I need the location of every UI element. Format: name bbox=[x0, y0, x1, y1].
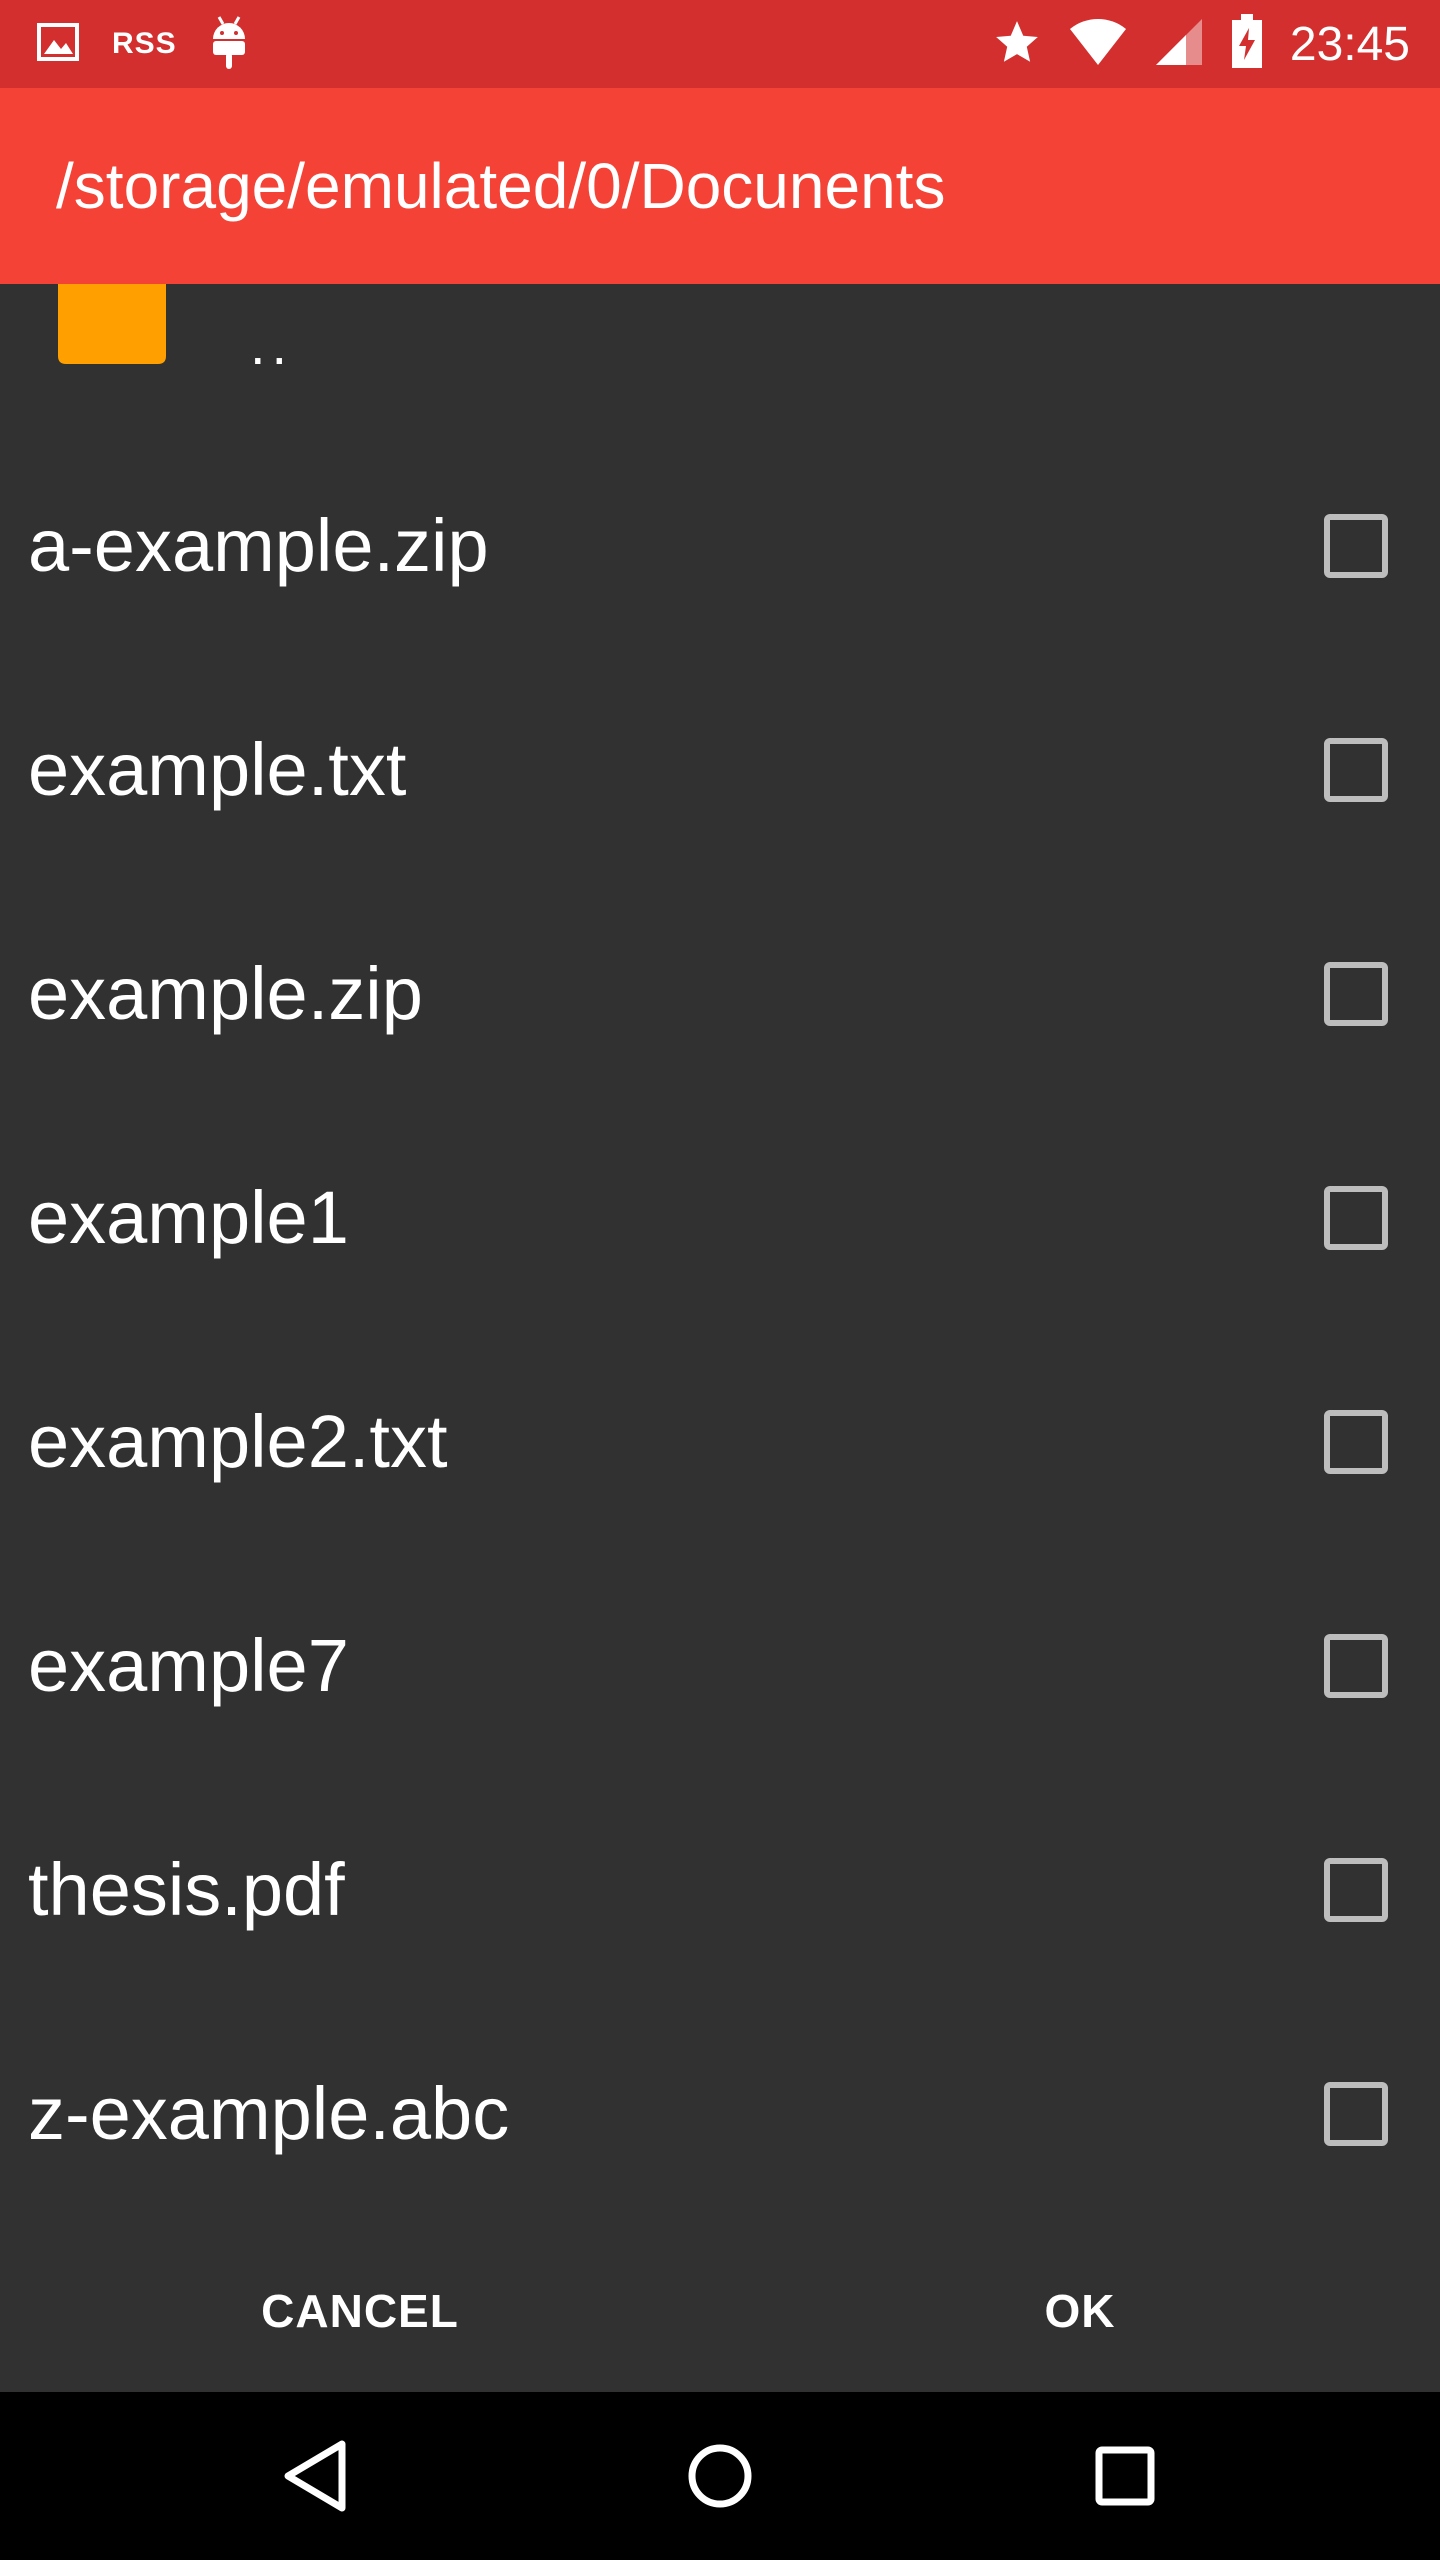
home-button[interactable] bbox=[670, 2426, 770, 2526]
current-path: /storage/emulated/0/Docunents bbox=[56, 150, 946, 222]
file-name: example7 bbox=[28, 1624, 349, 1707]
status-bar: RSS 23:45 bbox=[0, 0, 1440, 88]
star-icon bbox=[992, 17, 1042, 72]
ok-button[interactable]: OK bbox=[930, 2230, 1230, 2392]
file-name: thesis.pdf bbox=[28, 1848, 345, 1931]
file-row[interactable]: example.zip bbox=[0, 882, 1440, 1106]
back-button[interactable] bbox=[265, 2426, 365, 2526]
parent-directory-label: .. bbox=[250, 313, 294, 376]
home-icon bbox=[688, 2444, 752, 2508]
recents-button[interactable] bbox=[1075, 2426, 1175, 2526]
file-row[interactable]: thesis.pdf bbox=[0, 1778, 1440, 2002]
file-name: example.txt bbox=[28, 728, 407, 811]
file-checkbox[interactable] bbox=[1324, 1410, 1388, 1474]
status-left: RSS bbox=[36, 0, 249, 88]
rss-text: RSS bbox=[112, 27, 177, 60]
file-checkbox[interactable] bbox=[1324, 2082, 1388, 2146]
file-list: .. a-example.zip example.txt example.zip… bbox=[0, 284, 1440, 2230]
android-icon bbox=[209, 15, 249, 74]
cancel-button[interactable]: CANCEL bbox=[210, 2230, 510, 2392]
recents-icon bbox=[1095, 2446, 1155, 2506]
dialog-actions: CANCEL OK bbox=[0, 2230, 1440, 2392]
file-name: example.zip bbox=[28, 952, 423, 1035]
file-checkbox[interactable] bbox=[1324, 738, 1388, 802]
image-icon bbox=[36, 22, 80, 67]
wifi-icon bbox=[1068, 17, 1128, 72]
file-row[interactable]: a-example.zip bbox=[0, 434, 1440, 658]
folder-icon bbox=[58, 284, 166, 364]
file-row[interactable]: example.txt bbox=[0, 658, 1440, 882]
file-row[interactable]: example2.txt bbox=[0, 1330, 1440, 1554]
status-right: 23:45 bbox=[992, 0, 1410, 88]
file-name: a-example.zip bbox=[28, 504, 489, 587]
file-checkbox[interactable] bbox=[1324, 962, 1388, 1026]
toolbar: /storage/emulated/0/Docunents bbox=[0, 88, 1440, 284]
file-name: example2.txt bbox=[28, 1400, 448, 1483]
file-checkbox[interactable] bbox=[1324, 1634, 1388, 1698]
file-name: example1 bbox=[28, 1176, 349, 1259]
status-time: 23:45 bbox=[1289, 17, 1410, 71]
file-row[interactable]: example7 bbox=[0, 1554, 1440, 1778]
file-checkbox[interactable] bbox=[1324, 514, 1388, 578]
signal-icon bbox=[1154, 17, 1204, 72]
back-icon bbox=[284, 2440, 346, 2512]
file-checkbox[interactable] bbox=[1324, 1858, 1388, 1922]
battery-charging-icon bbox=[1230, 13, 1264, 75]
navigation-bar bbox=[0, 2392, 1440, 2560]
file-name: z-example.abc bbox=[28, 2072, 510, 2155]
parent-directory-row[interactable]: .. bbox=[0, 284, 1440, 434]
file-row[interactable]: z-example.abc bbox=[0, 2002, 1440, 2226]
file-row[interactable]: example1 bbox=[0, 1106, 1440, 1330]
file-checkbox[interactable] bbox=[1324, 1186, 1388, 1250]
